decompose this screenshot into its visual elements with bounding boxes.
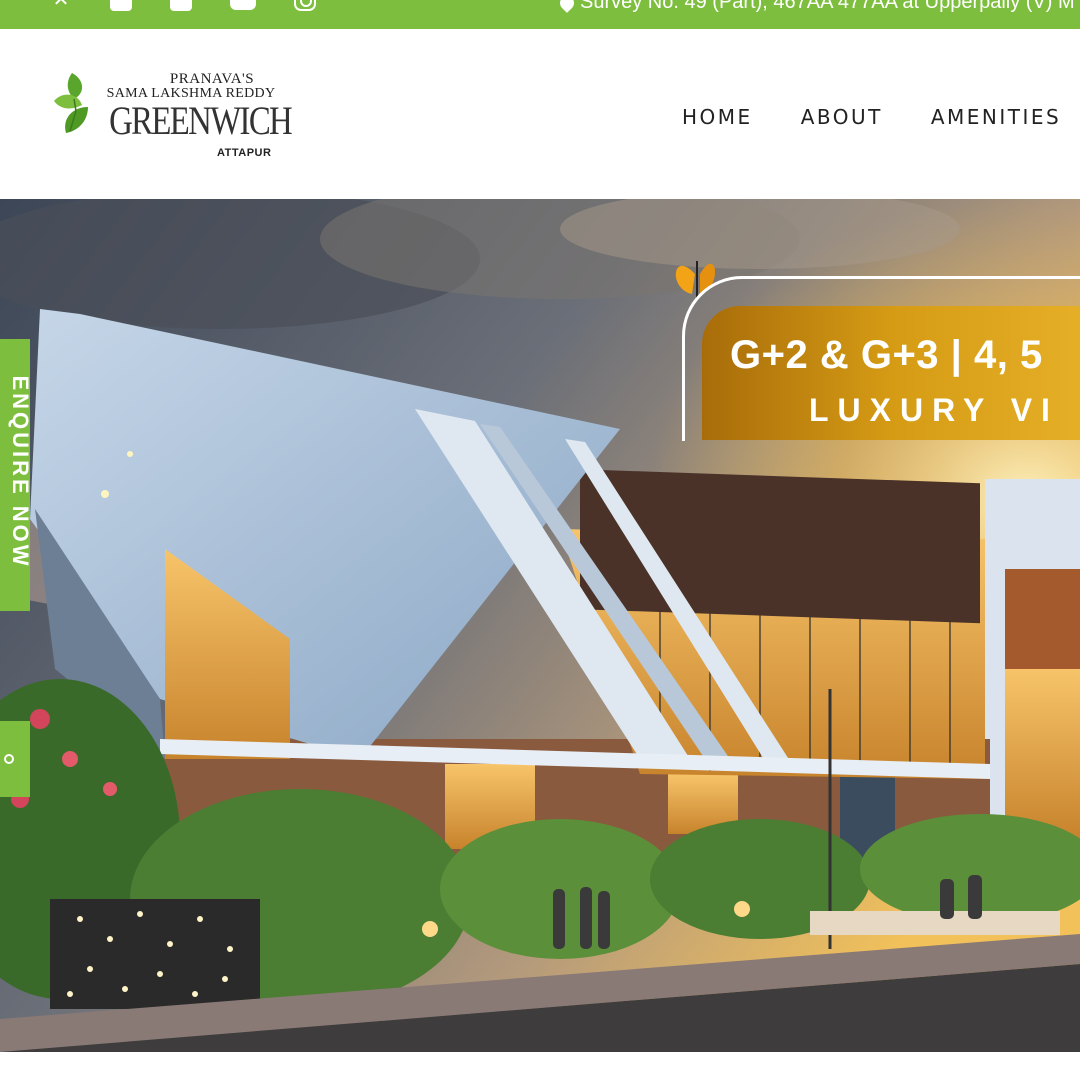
hero-banner: G+2 & G+3 | 4, 5 LUXURY VI ENQUIRE NOW [0, 199, 1080, 1052]
banner-config: G+2 & G+3 | 4, 5 [730, 333, 1043, 377]
main-nav: HOME ABOUT AMENITIES [682, 105, 1061, 129]
banner-tagline: LUXURY VI [809, 392, 1059, 428]
instagram-icon[interactable] [294, 0, 316, 11]
facebook-icon[interactable] [110, 0, 132, 11]
site-header: PRANAVA'S SAMA LAKSHMA REDDY GREENWICH A… [0, 29, 1080, 199]
logo-location: ATTAPUR [217, 147, 272, 159]
nav-about[interactable]: ABOUT [801, 105, 883, 129]
nav-amenities[interactable]: AMENITIES [931, 105, 1061, 129]
linkedin-icon[interactable] [170, 0, 192, 11]
address-link[interactable]: Survey No. 49 (Part), 467AA 477AA at Upp… [557, 0, 1075, 14]
site-logo[interactable]: PRANAVA'S SAMA LAKSHMA REDDY GREENWICH A… [52, 71, 293, 163]
logo-name: GREENWICH [109, 98, 293, 143]
top-bar: ✕ Survey No. 49 (Part), 467AA 477AA at U… [0, 0, 1080, 29]
location-pin-icon [557, 0, 577, 13]
nav-home[interactable]: HOME [682, 105, 753, 129]
call-button[interactable] [0, 721, 30, 797]
leaf-icon [54, 73, 88, 133]
address-text: Survey No. 49 (Part), 467AA 477AA at Upp… [580, 0, 1075, 13]
project-banner: G+2 & G+3 | 4, 5 LUXURY VI [702, 306, 1080, 440]
enquire-now-button[interactable]: ENQUIRE NOW [0, 339, 30, 611]
phone-icon [4, 754, 14, 764]
social-links: ✕ [50, 0, 316, 11]
youtube-icon[interactable] [230, 0, 256, 10]
bottom-strip [0, 1052, 1080, 1080]
x-icon[interactable]: ✕ [50, 0, 72, 11]
enquire-now-label: ENQUIRE NOW [8, 375, 30, 569]
